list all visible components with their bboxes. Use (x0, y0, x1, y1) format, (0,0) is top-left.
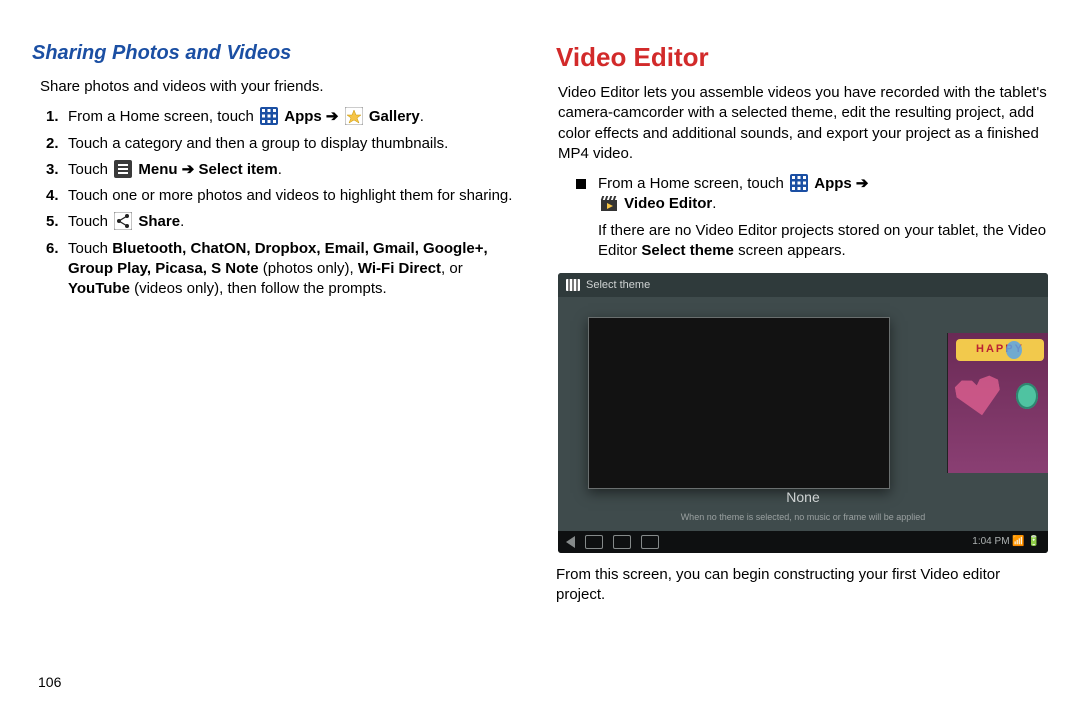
step-number: 6. (46, 239, 68, 259)
step-1: 1. From a Home screen, touch Apps ➔ Gall… (46, 107, 524, 127)
text: From a Home screen, touch (68, 108, 258, 125)
back-icon (566, 536, 575, 548)
step-number: 4. (46, 186, 68, 206)
text: (photos only), (259, 260, 358, 277)
step-4: 4. Touch one or more photos and videos t… (46, 186, 524, 206)
text: . (180, 213, 184, 230)
sharing-intro: Share photos and videos with your friend… (40, 77, 524, 97)
left-column: Sharing Photos and Videos Share photos a… (32, 40, 532, 700)
home-icon (585, 535, 603, 549)
text: . (420, 108, 424, 125)
step-5: 5. Touch Share. (46, 212, 524, 232)
theme-none-label: None (558, 488, 1048, 507)
video-preview-area (588, 317, 890, 489)
step-number: 5. (46, 212, 68, 232)
tablet-screenshot: Select theme HAPPY None When no theme is… (558, 273, 1048, 553)
text: (videos only), then follow the prompts. (130, 280, 387, 297)
step-text: Touch Menu ➔ Select item. (68, 160, 524, 180)
arrow-icon: ➔ (852, 175, 869, 192)
select-theme-label: Select theme (641, 242, 734, 259)
topbar-title: Select theme (586, 278, 650, 293)
step-text: Touch one or more photos and videos to h… (68, 186, 524, 206)
share-label: Share (138, 213, 180, 230)
arrow-icon: ➔ (326, 108, 343, 125)
text: screen appears. (734, 242, 846, 259)
bullet-item: From a Home screen, touch Apps ➔ Video E… (576, 174, 1048, 215)
clock-label: 1:04 PM (972, 535, 1009, 549)
share-icon (114, 212, 132, 230)
clapperboard-icon (600, 194, 618, 212)
select-item-label: Select item (198, 161, 277, 178)
balloon-icon (1006, 341, 1022, 359)
text: Touch (68, 240, 112, 257)
tablet-navbar: 1:04 PM 📶 🔋 (558, 531, 1048, 553)
step-text: From a Home screen, touch Apps ➔ Gallery… (68, 107, 524, 127)
step-6: 6. Touch Bluetooth, ChatON, Dropbox, Ema… (46, 239, 524, 300)
recent-icon (613, 535, 631, 549)
gallery-icon (345, 107, 363, 125)
menu-label: Menu (138, 161, 177, 178)
arrow-icon: ➔ (182, 161, 199, 178)
steps-list: 1. From a Home screen, touch Apps ➔ Gall… (46, 107, 524, 299)
video-editor-label: Video Editor (624, 195, 712, 212)
video-editor-intro: Video Editor lets you assemble videos yo… (558, 83, 1048, 164)
bullet-text: From a Home screen, touch Apps ➔ Video E… (598, 174, 1048, 215)
happy-banner: HAPPY (956, 339, 1044, 361)
balloon-icon (1016, 383, 1038, 409)
step-number: 3. (46, 160, 68, 180)
apps-grid-icon (260, 107, 278, 125)
apps-label: Apps (284, 108, 322, 125)
step-text: Touch Bluetooth, ChatON, Dropbox, Email,… (68, 239, 524, 300)
apps-grid-icon (790, 174, 808, 192)
text: From a Home screen, touch (598, 175, 788, 192)
step-text: Touch Share. (68, 212, 524, 232)
manual-page: Sharing Photos and Videos Share photos a… (0, 0, 1080, 720)
text: Touch (68, 161, 112, 178)
step-2: 2. Touch a category and then a group to … (46, 134, 524, 154)
square-bullet-icon (576, 179, 586, 189)
screenshot-icon (641, 535, 659, 549)
text: Touch (68, 213, 112, 230)
step-text: Touch a category and then a group to dis… (68, 134, 524, 154)
theme-thumbnail-happy: HAPPY (947, 333, 1048, 473)
text: , or (441, 260, 463, 277)
text: . (712, 195, 716, 212)
clapperboard-icon (566, 279, 580, 291)
right-column: Video Editor Video Editor lets you assem… (556, 40, 1048, 700)
select-theme-note: If there are no Video Editor projects st… (598, 221, 1048, 262)
wifi-direct: Wi-Fi Direct (358, 260, 441, 277)
sharing-heading: Sharing Photos and Videos (32, 40, 524, 67)
apps-label: Apps (814, 175, 852, 192)
youtube: YouTube (68, 280, 130, 297)
step-number: 1. (46, 107, 68, 127)
step-3: 3. Touch Menu ➔ Select item. (46, 160, 524, 180)
page-number: 106 (38, 673, 61, 692)
menu-icon (114, 160, 132, 178)
theme-hint: When no theme is selected, no music or f… (558, 511, 1048, 523)
tablet-topbar: Select theme (558, 273, 1048, 297)
below-screenshot-text: From this screen, you can begin construc… (556, 565, 1048, 606)
video-editor-heading: Video Editor (556, 40, 1048, 75)
gallery-label: Gallery (369, 108, 420, 125)
heart-icon (950, 371, 1007, 425)
step-number: 2. (46, 134, 68, 154)
text: . (278, 161, 282, 178)
